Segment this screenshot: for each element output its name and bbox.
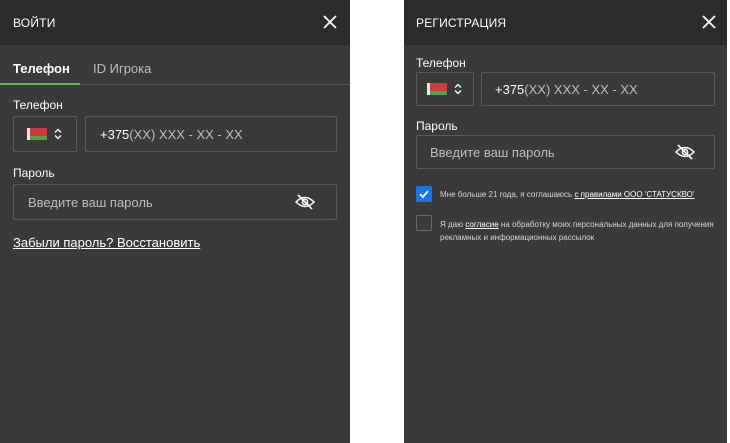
eye-off-icon [294,194,316,210]
password-placeholder: Введите ваш пароль [430,144,555,160]
register-password-input[interactable]: Введите ваш пароль [416,135,715,169]
login-close-button[interactable] [321,13,339,31]
register-phone-label: Телефон [416,56,466,70]
belarus-flag-icon [27,128,47,140]
phone-prefix: +375 [495,81,525,97]
tab-phone[interactable]: Телефон [13,61,70,76]
login-password-label: Пароль [13,166,55,180]
login-tabs: Телефон ID Игрока [0,45,350,85]
register-close-button[interactable] [700,13,718,31]
age-consent-label: Мне больше 21 года, я соглашаюсь [440,190,575,199]
phone-mask: (XX) XXX - XX - XX [129,126,243,142]
register-password-label: Пароль [416,119,458,133]
chevron-updown-icon [54,128,62,140]
phone-mask: (XX) XXX - XX - XX [524,81,638,97]
register-toggle-password-button[interactable] [674,144,696,160]
age-consent-text: Мне больше 21 года, я соглашаюсь с прави… [440,188,725,201]
login-panel: ВОЙТИ Телефон ID Игрока Телефон +375 (XX)… [0,0,350,443]
register-country-select[interactable] [416,72,474,106]
belarus-flag-icon [427,83,447,95]
login-toggle-password-button[interactable] [294,194,316,210]
close-icon [702,15,716,29]
data-consent-text: Я даю согласие на обработку моих персона… [440,218,715,244]
login-header: ВОЙТИ [0,0,350,45]
rules-link[interactable]: с правилами ООО 'СТАТУСКВО' [574,190,694,199]
checkmark-icon [419,190,429,199]
login-password-input[interactable]: Введите ваш пароль [13,184,337,220]
password-placeholder: Введите ваш пароль [28,194,153,210]
forgot-password-link[interactable]: Забыли пароль? Восстановить [13,235,200,250]
register-panel: РЕГИСТРАЦИЯ Телефон +375 (XX) XXX - XX - … [404,0,727,443]
consent-link[interactable]: согласие [465,220,498,229]
active-tab-indicator [0,83,80,85]
register-phone-input[interactable]: +375 (XX) XXX - XX - XX [481,72,715,106]
data-consent-checkbox[interactable] [416,215,432,231]
login-phone-label: Телефон [13,98,63,112]
chevron-updown-icon [454,83,462,95]
data-consent-label-before: Я даю [440,220,466,229]
phone-prefix: +375 [100,126,130,142]
login-title: ВОЙТИ [13,15,56,30]
login-phone-input[interactable]: +375 (XX) XXX - XX - XX [85,116,337,152]
eye-off-icon [674,144,696,160]
register-header: РЕГИСТРАЦИЯ [404,0,727,45]
login-country-select[interactable] [13,116,77,152]
close-icon [323,15,337,29]
register-title: РЕГИСТРАЦИЯ [416,15,507,30]
age-consent-checkbox[interactable] [416,186,432,202]
tab-player-id[interactable]: ID Игрока [93,61,151,76]
